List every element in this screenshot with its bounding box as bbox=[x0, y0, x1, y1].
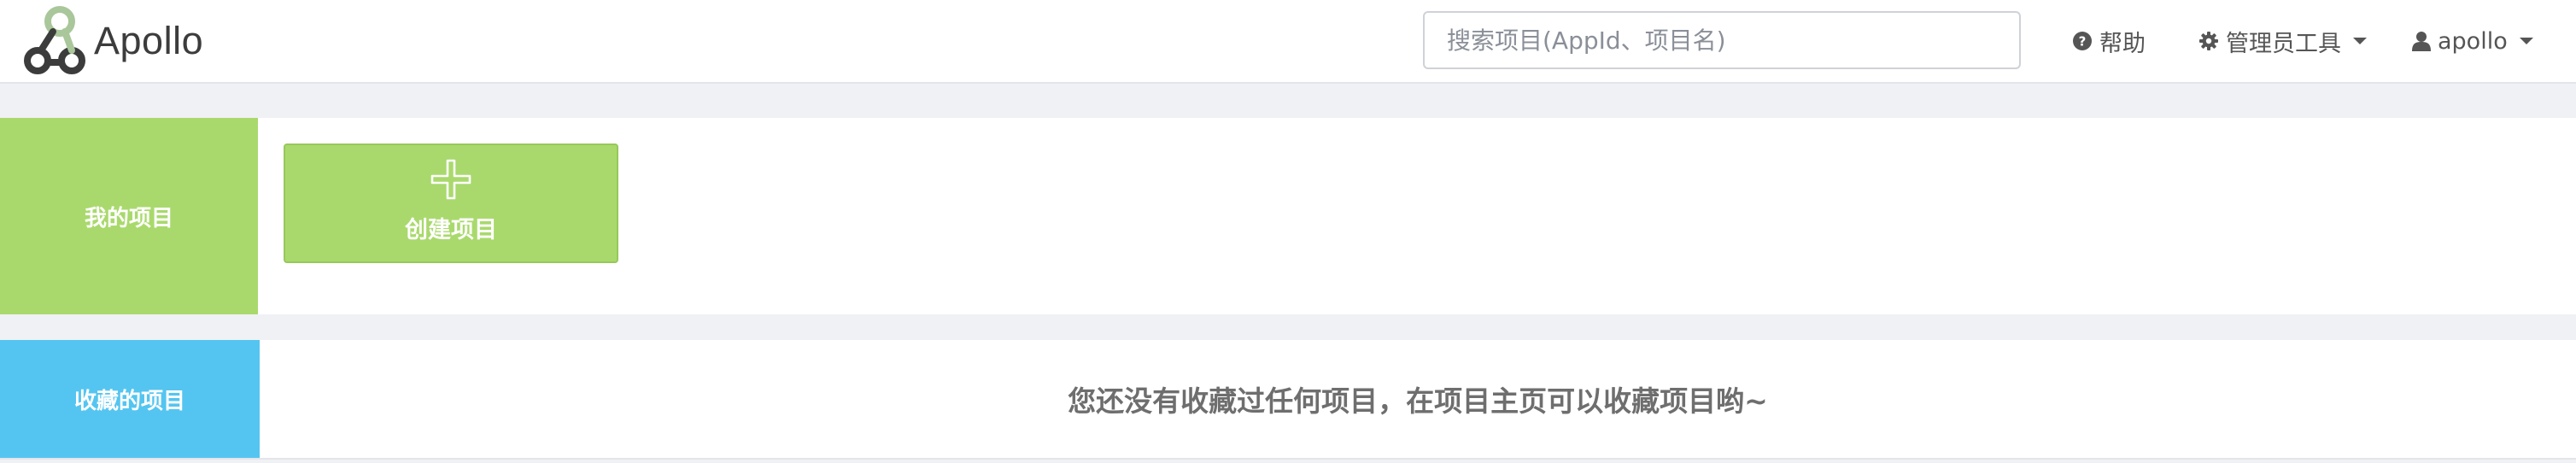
top-navbar: Apollo ? 帮助 管理员工具 ap bbox=[0, 0, 2576, 84]
search-input[interactable] bbox=[1423, 11, 2021, 69]
gear-icon bbox=[2199, 32, 2218, 50]
user-menu[interactable]: apollo bbox=[2412, 0, 2533, 82]
brand-name: Apollo bbox=[94, 19, 204, 62]
favorite-projects-panel: 收藏的项目 您还没有收藏过任何项目，在项目主页可以收藏项目哟~ bbox=[0, 340, 2576, 460]
my-projects-panel: 我的项目 创建项目 bbox=[0, 118, 2576, 314]
help-label: 帮助 bbox=[2099, 30, 2146, 57]
my-projects-title: 我的项目 bbox=[0, 118, 258, 314]
admin-tools-label: 管理员工具 bbox=[2226, 30, 2341, 57]
favorite-projects-title: 收藏的项目 bbox=[0, 340, 260, 458]
svg-text:?: ? bbox=[2079, 34, 2087, 50]
create-project-button[interactable]: 创建项目 bbox=[284, 144, 618, 263]
create-project-label: 创建项目 bbox=[405, 216, 497, 243]
help-menu[interactable]: ? 帮助 bbox=[2072, 0, 2146, 82]
apollo-logo-icon bbox=[24, 6, 85, 74]
chevron-down-icon bbox=[2353, 38, 2367, 44]
brand-home-link[interactable]: Apollo bbox=[22, 0, 203, 82]
favorites-empty-message: 您还没有收藏过任何项目，在项目主页可以收藏项目哟~ bbox=[1068, 384, 1768, 418]
chevron-down-icon bbox=[2519, 38, 2533, 44]
admin-tools-menu[interactable]: 管理员工具 bbox=[2198, 0, 2367, 82]
user-label: apollo bbox=[2438, 27, 2508, 55]
question-circle-icon: ? bbox=[2073, 32, 2092, 50]
user-icon bbox=[2412, 32, 2431, 51]
plus-icon bbox=[430, 159, 471, 199]
